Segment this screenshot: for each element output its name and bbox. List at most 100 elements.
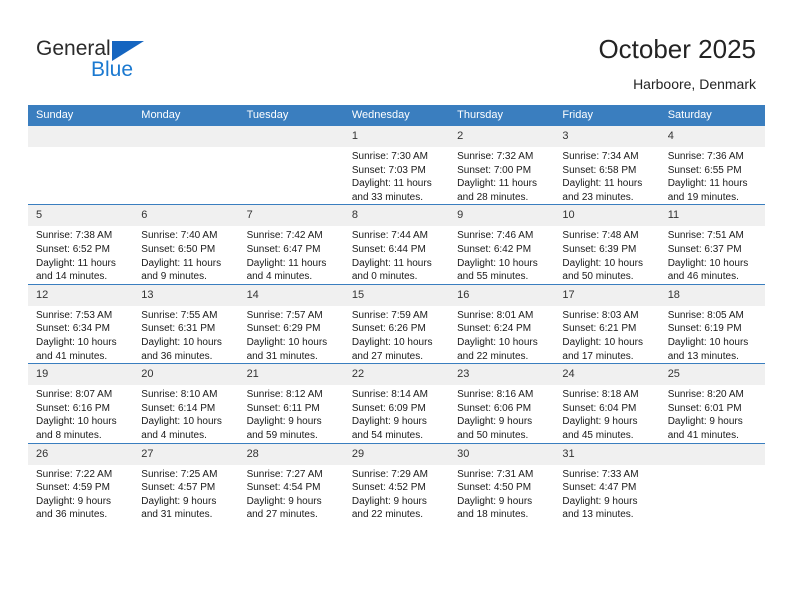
day-sun-info: Sunrise: 8:16 AM Sunset: 6:06 PM Daylight:… <box>449 385 554 442</box>
calendar-day-cell[interactable]: 28 Sunrise: 7:27 AM Sunset: 4:54 PM Dayligh… <box>238 442 344 522</box>
calendar-day-cell[interactable]: 20 Sunrise: 8:10 AM Sunset: 6:14 PM Dayligh… <box>133 363 239 443</box>
sunset-text: Sunset: 7:00 PM <box>457 164 532 176</box>
daylight-text: Daylight: 10 hours and 55 minutes. <box>457 257 538 283</box>
sunrise-text: Sunrise: 7:51 AM <box>667 230 744 242</box>
sunrise-text: Sunrise: 7:34 AM <box>562 151 639 162</box>
day-sun-info: Sunrise: 7:55 AM Sunset: 6:31 PM Daylight:… <box>133 306 238 363</box>
day-sun-info: Sunrise: 7:29 AM Sunset: 4:52 PM Daylight:… <box>344 465 449 522</box>
sunset-text: Sunset: 4:59 PM <box>36 482 110 494</box>
calendar-day-cell[interactable]: 11 Sunrise: 7:51 AM Sunset: 6:37 PM Dayligh… <box>659 204 765 285</box>
calendar-day-cell[interactable]: 4 Sunrise: 7:36 AM Sunset: 6:55 PM Daylight… <box>659 126 765 205</box>
calendar-day-cell[interactable]: 24 Sunrise: 8:18 AM Sunset: 6:04 PM Dayligh… <box>554 363 660 443</box>
calendar-day-cell[interactable]: 3 Sunrise: 7:34 AM Sunset: 6:58 PM Daylight… <box>554 126 660 205</box>
calendar-day-cell[interactable]: 12 Sunrise: 7:53 AM Sunset: 6:34 PM Dayligh… <box>28 283 134 364</box>
day-number: 31 <box>554 443 660 465</box>
daylight-text: Daylight: 11 hours and 33 minutes. <box>351 178 432 203</box>
daylight-text: Daylight: 10 hours and 17 minutes. <box>562 336 644 362</box>
calendar-day-cell-empty <box>133 126 239 205</box>
calendar-day-cell[interactable]: 8 Sunrise: 7:44 AM Sunset: 6:44 PM Daylight… <box>343 204 450 285</box>
day-number: 19 <box>28 364 134 386</box>
day-sun-info: Sunrise: 7:40 AM Sunset: 6:50 PM Daylight:… <box>133 226 238 283</box>
day-sun-info: Sunrise: 7:30 AM Sunset: 7:03 PM Daylight:… <box>344 147 449 204</box>
sunrise-text: Sunrise: 7:31 AM <box>457 468 534 480</box>
calendar-day-cell[interactable]: 23 Sunrise: 8:16 AM Sunset: 6:06 PM Dayligh… <box>449 363 555 443</box>
sunrise-text: Sunrise: 7:33 AM <box>562 468 639 480</box>
day-number <box>659 443 765 465</box>
weekday-header-thursday: Thursday <box>449 105 555 126</box>
day-number: 18 <box>659 284 765 306</box>
calendar-header-row: Sunday Monday Tuesday Wednesday Thursday Frid… <box>28 105 765 126</box>
daylight-text: Daylight: 11 hours and 14 minutes. <box>36 257 116 283</box>
day-number: 2 <box>449 126 555 147</box>
calendar-day-cell[interactable]: 2 Sunrise: 7:32 AM Sunset: 7:00 PM Daylight… <box>449 126 555 205</box>
calendar-day-cell[interactable]: 21 Sunrise: 8:12 AM Sunset: 6:11 PM Dayligh… <box>238 363 344 443</box>
calendar-day-cell[interactable]: 29 Sunrise: 7:29 AM Sunset: 4:52 PM Dayligh… <box>343 442 450 522</box>
day-number: 9 <box>449 205 555 227</box>
calendar-day-cell[interactable]: 22 Sunrise: 8:14 AM Sunset: 6:09 PM Dayligh… <box>343 363 450 443</box>
day-number: 26 <box>28 443 134 465</box>
calendar-day-cell-empty <box>659 442 765 522</box>
daylight-text: Daylight: 10 hours and 50 minutes. <box>562 257 644 283</box>
day-sun-info: Sunrise: 7:27 AM Sunset: 4:54 PM Daylight:… <box>239 465 344 522</box>
sunset-text: Sunset: 6:11 PM <box>246 402 320 414</box>
sunrise-text: Sunrise: 8:03 AM <box>562 309 639 321</box>
sunset-text: Sunset: 6:19 PM <box>667 323 742 335</box>
sunset-text: Sunset: 6:16 PM <box>36 402 110 414</box>
day-sun-info: Sunrise: 7:57 AM Sunset: 6:29 PM Daylight:… <box>239 306 344 363</box>
calendar-day-cell[interactable]: 25 Sunrise: 8:20 AM Sunset: 6:01 PM Dayligh… <box>659 363 765 443</box>
calendar-day-cell[interactable]: 30 Sunrise: 7:31 AM Sunset: 4:50 PM Dayligh… <box>449 442 555 522</box>
calendar-day-cell[interactable]: 31 Sunrise: 7:33 AM Sunset: 4:47 PM Dayligh… <box>554 442 660 522</box>
sunset-text: Sunset: 6:06 PM <box>457 402 532 414</box>
daylight-text: Daylight: 9 hours and 50 minutes. <box>457 416 533 441</box>
calendar-day-cell[interactable]: 5 Sunrise: 7:38 AM Sunset: 6:52 PM Daylight… <box>28 204 134 285</box>
calendar-day-cell-empty <box>238 126 344 205</box>
calendar-day-cell[interactable]: 14 Sunrise: 7:57 AM Sunset: 6:29 PM Dayligh… <box>238 283 344 364</box>
calendar-day-cell[interactable]: 6 Sunrise: 7:40 AM Sunset: 6:50 PM Daylight… <box>133 204 239 285</box>
day-number: 28 <box>238 443 344 465</box>
day-sun-info: Sunrise: 7:44 AM Sunset: 6:44 PM Daylight:… <box>344 226 449 283</box>
generalblue-logo[interactable]: General Blue <box>36 38 156 84</box>
calendar-day-cell[interactable]: 19 Sunrise: 8:07 AM Sunset: 6:16 PM Dayligh… <box>28 363 134 443</box>
sunset-text: Sunset: 6:42 PM <box>457 243 532 255</box>
day-sun-info: Sunrise: 7:36 AM Sunset: 6:55 PM Daylight:… <box>660 147 765 204</box>
daylight-text: Daylight: 10 hours and 22 minutes. <box>457 336 538 362</box>
calendar-day-cell[interactable]: 16 Sunrise: 8:01 AM Sunset: 6:24 PM Dayligh… <box>449 283 555 364</box>
sunrise-text: Sunrise: 7:46 AM <box>457 230 534 242</box>
calendar-day-cell[interactable]: 26 Sunrise: 7:22 AM Sunset: 4:59 PM Dayligh… <box>28 442 134 522</box>
day-sun-info: Sunrise: 8:12 AM Sunset: 6:11 PM Daylight:… <box>239 385 344 442</box>
sunrise-text: Sunrise: 7:22 AM <box>36 468 113 480</box>
daylight-text: Daylight: 10 hours and 13 minutes. <box>667 336 749 362</box>
day-number: 1 <box>343 126 450 147</box>
calendar-day-cell-empty <box>28 126 134 205</box>
day-sun-info: Sunrise: 7:32 AM Sunset: 7:00 PM Daylight:… <box>449 147 554 204</box>
sunset-text: Sunset: 6:29 PM <box>246 323 321 335</box>
day-number: 10 <box>554 205 660 227</box>
daylight-text: Daylight: 9 hours and 36 minutes. <box>36 495 112 521</box>
sunset-text: Sunset: 7:03 PM <box>351 164 426 176</box>
sunset-text: Sunset: 6:14 PM <box>141 402 216 414</box>
sunset-text: Sunset: 6:50 PM <box>141 243 216 255</box>
sunrise-text: Sunrise: 7:57 AM <box>246 309 323 321</box>
calendar-day-cell[interactable]: 7 Sunrise: 7:42 AM Sunset: 6:47 PM Daylight… <box>238 204 344 285</box>
day-sun-info: Sunrise: 8:05 AM Sunset: 6:19 PM Daylight:… <box>660 306 765 363</box>
calendar-day-cell[interactable]: 17 Sunrise: 8:03 AM Sunset: 6:21 PM Dayligh… <box>554 283 660 364</box>
day-number: 6 <box>133 205 239 227</box>
calendar-day-cell[interactable]: 10 Sunrise: 7:48 AM Sunset: 6:39 PM Dayligh… <box>554 204 660 285</box>
sunset-text: Sunset: 6:52 PM <box>36 243 110 255</box>
daylight-text: Daylight: 9 hours and 45 minutes. <box>562 416 638 441</box>
daylight-text: Daylight: 9 hours and 59 minutes. <box>246 416 322 441</box>
calendar-day-cell[interactable]: 9 Sunrise: 7:46 AM Sunset: 6:42 PM Daylight… <box>449 204 555 285</box>
calendar-day-cell[interactable]: 15 Sunrise: 7:59 AM Sunset: 6:26 PM Dayligh… <box>343 283 450 364</box>
calendar-day-cell[interactable]: 18 Sunrise: 8:05 AM Sunset: 6:19 PM Dayligh… <box>659 283 765 364</box>
calendar-day-cell[interactable]: 13 Sunrise: 7:55 AM Sunset: 6:31 PM Dayligh… <box>133 283 239 364</box>
sunset-text: Sunset: 4:47 PM <box>562 482 637 494</box>
calendar-day-cell[interactable]: 27 Sunrise: 7:25 AM Sunset: 4:57 PM Dayligh… <box>133 442 239 522</box>
calendar-week-row: 1 Sunrise: 7:30 AM Sunset: 7:03 PM Daylight… <box>28 126 765 205</box>
day-number: 5 <box>28 205 134 227</box>
day-sun-info: Sunrise: 7:51 AM Sunset: 6:37 PM Daylight:… <box>660 226 765 283</box>
sunset-text: Sunset: 6:01 PM <box>667 402 742 414</box>
day-sun-info: Sunrise: 7:38 AM Sunset: 6:52 PM Daylight:… <box>28 226 133 283</box>
calendar-day-cell[interactable]: 1 Sunrise: 7:30 AM Sunset: 7:03 PM Daylight… <box>343 126 450 205</box>
day-number: 21 <box>238 364 344 386</box>
sunrise-text: Sunrise: 8:20 AM <box>667 389 744 401</box>
